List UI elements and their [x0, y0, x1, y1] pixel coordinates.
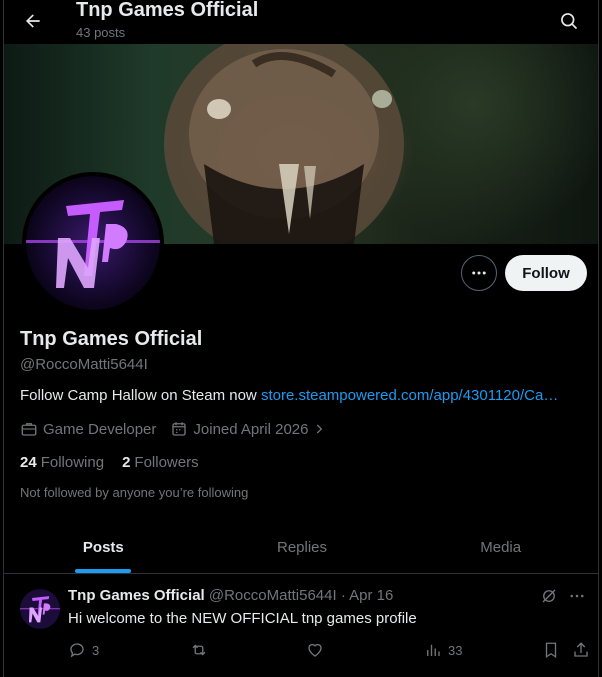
reply-button[interactable]: 3 — [68, 641, 99, 659]
calendar-icon — [172, 422, 187, 436]
search-button[interactable] — [554, 6, 584, 36]
header-title: Tnp Games Official — [76, 0, 259, 21]
following-link[interactable]: 24 Following — [20, 454, 104, 471]
profile-avatar[interactable] — [22, 172, 164, 314]
top-bar: Tnp Games Official 43 posts — [4, 0, 598, 44]
header-post-count: 43 posts — [76, 25, 126, 40]
active-tab-indicator — [75, 569, 132, 573]
post-item[interactable]: Tnp Games Official @RoccoMatti5644I · Ap… — [4, 575, 598, 677]
tab-label: Replies — [276, 539, 328, 556]
more-horizontal-icon — [570, 594, 584, 598]
heart-icon — [308, 643, 322, 657]
briefcase-icon — [21, 423, 37, 436]
chevron-right-icon — [317, 424, 323, 434]
profile-name: Tnp Games Official — [20, 328, 203, 350]
grok-icon — [542, 589, 556, 603]
views-count: 33 — [448, 642, 463, 658]
tab-media[interactable]: Media — [401, 522, 598, 573]
tab-label: Media — [480, 539, 522, 556]
post-top-actions — [530, 587, 586, 605]
views-button[interactable]: 33 — [424, 641, 462, 659]
joined-item[interactable]: Joined April 2026 — [170, 420, 331, 438]
views-icon — [427, 644, 440, 656]
post-avatar[interactable] — [20, 589, 60, 629]
profile-tabs: Posts Replies Media — [4, 522, 598, 574]
post-more-button[interactable] — [568, 587, 586, 605]
repost-button[interactable] — [190, 641, 214, 659]
post-author[interactable]: Tnp Games Official — [68, 587, 205, 604]
repost-icon — [192, 644, 206, 656]
followers-label: Followers — [134, 454, 199, 471]
following-count: 24 — [20, 454, 37, 471]
bookmark-icon — [545, 642, 557, 659]
follow-counts: 24 Following 2 Followers — [20, 454, 217, 471]
bio-text: Follow Camp Hallow on Steam now — [20, 387, 261, 404]
category-item: Game Developer — [20, 420, 156, 438]
category-label: Game Developer — [43, 420, 157, 438]
post-handle-date: @RoccoMatti5644I · Apr 16 — [208, 587, 394, 604]
grok-button[interactable] — [540, 587, 558, 605]
tab-replies[interactable]: Replies — [203, 522, 402, 573]
tnp-logo-image — [20, 589, 60, 629]
reply-icon — [70, 643, 84, 658]
tab-posts[interactable]: Posts — [4, 522, 203, 573]
tab-label: Posts — [82, 539, 124, 556]
profile-handle: @RoccoMatti5644I — [20, 356, 148, 373]
followers-count: 2 — [122, 454, 131, 471]
tnp-logo-image — [26, 176, 160, 310]
post-actions: 3 33 — [68, 641, 588, 661]
more-horizontal-icon — [472, 271, 486, 275]
share-icon — [574, 642, 588, 657]
following-label: Following — [40, 454, 105, 471]
back-button[interactable] — [18, 6, 48, 36]
follow-button[interactable]: Follow — [505, 255, 587, 291]
reply-count: 3 — [92, 642, 100, 658]
profile-bio: Follow Camp Hallow on Steam now store.st… — [20, 387, 580, 404]
bookmark-button[interactable] — [542, 641, 566, 659]
profile-page: Tnp Games Official 43 posts Follow Tnp G… — [3, 0, 599, 677]
share-button[interactable] — [572, 641, 596, 659]
arrow-left-icon — [26, 14, 40, 28]
followers-link[interactable]: 2 Followers — [122, 454, 199, 471]
not-followed-note: Not followed by anyone you’re following — [20, 485, 249, 500]
post-text: Hi welcome to the NEW OFFICIAL tnp games… — [68, 610, 417, 627]
joined-label: Joined April 2026 — [193, 420, 309, 438]
profile-meta: Game Developer Joined April 2026 — [20, 420, 345, 438]
post-header: Tnp Games Official @RoccoMatti5644I · Ap… — [68, 587, 393, 604]
like-button[interactable] — [306, 641, 330, 659]
search-icon — [561, 13, 578, 30]
bio-link[interactable]: store.steampowered.com/app/4301120/Ca… — [261, 387, 558, 404]
more-options-button[interactable] — [461, 255, 497, 291]
